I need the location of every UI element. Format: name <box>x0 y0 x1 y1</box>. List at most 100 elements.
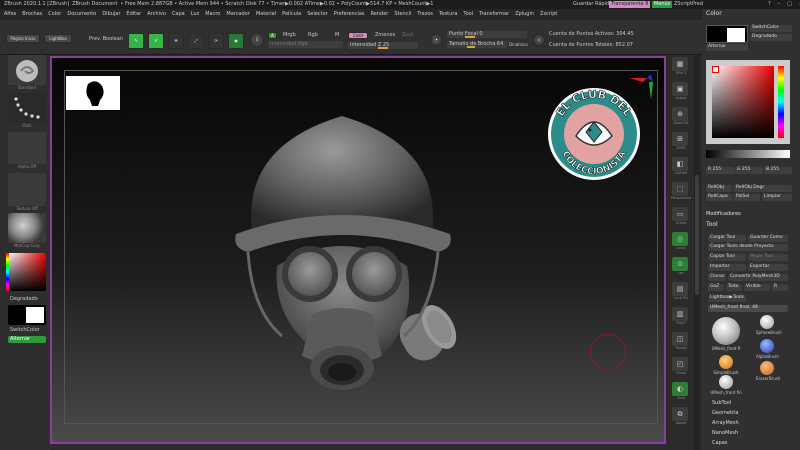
shelf-button-actual[interactable]: ▣ <box>672 82 688 96</box>
brush-selector-button[interactable]: S <box>250 33 264 47</box>
quick-save-button[interactable]: Guardar Rápido <box>571 1 614 8</box>
alpha-thumbnail[interactable] <box>8 132 46 164</box>
make-polymesh-button[interactable]: Convertir PolyMesh3D <box>728 274 788 281</box>
copy-tool-button[interactable]: Copiar Tool <box>708 254 746 261</box>
lightbox-tools-button[interactable]: Lightbox▶Tools <box>708 295 746 302</box>
dynamic-button[interactable]: Dinámico <box>509 43 528 47</box>
canvas-viewport[interactable]: EL CLUB DEL COLECCIONISTA <box>50 56 666 444</box>
secondary-color-swatch[interactable] <box>26 307 44 323</box>
menu-color[interactable]: Color <box>48 12 61 17</box>
menus-toggle[interactable]: Menús <box>652 1 673 8</box>
import-button[interactable]: Importar <box>708 264 746 271</box>
r-value-slider[interactable]: R 255 <box>706 167 734 174</box>
load-from-project-button[interactable]: Cargar Tools desde Proyecto <box>708 244 788 251</box>
hue-slider[interactable] <box>778 66 784 138</box>
goz-button[interactable]: GoZ <box>708 284 724 291</box>
shelf-button-aahalf[interactable]: ◧ <box>672 157 688 171</box>
export-button[interactable]: Exportar <box>748 264 788 271</box>
layers-section[interactable]: Capas <box>712 441 727 446</box>
color-palette-title[interactable]: Color <box>706 11 722 17</box>
color-secondary-swatch[interactable] <box>727 28 745 42</box>
modifiers-section[interactable]: Modificadores <box>706 212 741 217</box>
rgb-intensity-slider[interactable]: Intensidad Rgb <box>268 41 343 48</box>
tool-thumb-eraserbrush[interactable]: EraserBrush <box>756 361 780 381</box>
menu-brochas[interactable]: Brochas <box>22 12 42 17</box>
shelf-button-suelo[interactable]: ▭ <box>672 207 688 221</box>
menu-documento[interactable]: Documento <box>67 12 96 17</box>
menu-marcador[interactable]: Marcador <box>226 12 249 17</box>
current-tool-slider[interactable]: UMesh_front final. 48 <box>708 305 788 312</box>
menu-pel-cula[interactable]: Película <box>282 12 301 17</box>
b-value-slider[interactable]: B 255 <box>764 167 792 174</box>
shelf-button-ghost[interactable]: ◰ <box>672 357 688 371</box>
menu-transformar[interactable]: Transformar <box>479 12 509 17</box>
g-value-slider[interactable]: G 255 <box>735 167 763 174</box>
menu-material[interactable]: Material <box>256 12 276 17</box>
color-main-swatch[interactable] <box>706 25 748 43</box>
scale-mode-button[interactable]: ⤢ <box>188 33 204 49</box>
tool-thumb-umesh[interactable]: UMesh_front fi <box>708 317 744 351</box>
shelf-button-polyf[interactable]: ▥ <box>672 307 688 321</box>
zsub-button[interactable]: Zmenos <box>375 33 395 38</box>
subtool-sphere-button[interactable]: ◉ <box>228 33 244 49</box>
menu-luz[interactable]: Luz <box>191 12 200 17</box>
color-alternate-button[interactable]: Alternar <box>706 44 748 51</box>
menu-editar[interactable]: Editar <box>126 12 141 17</box>
menu-selector[interactable]: Selector <box>307 12 328 17</box>
goz-all-button[interactable]: Todo <box>726 284 742 291</box>
rotate-mode-button[interactable]: ⟳ <box>208 33 224 49</box>
menu-zscript[interactable]: Zscript <box>540 12 557 17</box>
fill-layer-button[interactable]: RellCapa <box>706 194 732 201</box>
shelf-button-transp[interactable]: ◫ <box>672 332 688 346</box>
prev-boolean-button[interactable]: Prev. Boolean <box>89 37 123 42</box>
menu-capa[interactable]: Capa <box>172 12 185 17</box>
clone-button[interactable]: Clonar <box>708 274 726 281</box>
shelf-button-zoom2d[interactable]: ⊕ <box>672 107 688 121</box>
focal-shift-slider[interactable]: Punto Focal 0 <box>447 31 527 38</box>
help-icon[interactable]: ? <box>768 2 771 7</box>
color-gradient-button[interactable]: Degradado <box>750 34 792 41</box>
menu-textura[interactable]: Textura <box>439 12 457 17</box>
page-home-button[interactable]: Página Inicio <box>6 34 40 43</box>
menu-render[interactable]: Render <box>371 12 389 17</box>
color-switch-button[interactable]: SwitchColor <box>750 25 792 32</box>
shelf-button-xpose[interactable]: ⧉ <box>672 407 688 421</box>
color-picker-swatch[interactable] <box>6 253 46 291</box>
save-as-button[interactable]: Guardar Como <box>748 235 788 242</box>
edit-mode-button[interactable]: ✎ <box>128 33 144 49</box>
tool-thumb-spherebrush[interactable]: SphereBrush <box>756 315 782 335</box>
color-picker[interactable] <box>706 60 790 144</box>
saturation-value-square[interactable] <box>712 66 774 138</box>
menu-stencil[interactable]: Stencil <box>394 12 411 17</box>
tool-thumb-umesh-2[interactable]: UMesh_front fin <box>708 375 744 395</box>
lightbox-button[interactable]: LightBox <box>44 34 72 43</box>
material-thumbnail[interactable] <box>8 213 46 243</box>
goz-visible-button[interactable]: Visible <box>744 284 770 291</box>
menu-archivo[interactable]: Archivo <box>147 12 166 17</box>
menu-preferencias[interactable]: Preferencias <box>334 12 365 17</box>
navigation-thumbnail[interactable] <box>66 76 120 110</box>
tool-thumb-alphabrush[interactable]: AlphaBrush <box>756 339 779 359</box>
brush-thumbnail[interactable] <box>8 55 46 85</box>
minimize-icon[interactable]: – <box>778 2 781 7</box>
menu-trazos[interactable]: Trazos <box>417 12 433 17</box>
tool-palette-title[interactable]: Tool <box>706 222 718 228</box>
fill-object-gradient-button[interactable]: RellObj Degr <box>734 185 792 192</box>
m-button[interactable]: M <box>335 33 339 38</box>
grayscale-strip[interactable] <box>706 150 790 158</box>
hue-strip[interactable] <box>6 253 9 291</box>
nanomesh-section[interactable]: NanoMesh <box>712 431 738 436</box>
menu-zplugin[interactable]: Zplugin <box>515 12 534 17</box>
zadd-button[interactable]: Zadd <box>348 32 368 39</box>
a-toggle[interactable]: A <box>268 32 277 39</box>
rgb-button[interactable]: Rgb <box>308 33 318 38</box>
right-shelf-scrollbar[interactable] <box>694 55 700 450</box>
goz-r-button[interactable]: R <box>772 284 788 291</box>
shelf-button-100-[interactable]: ⊞ <box>672 132 688 146</box>
maximize-icon[interactable]: □ <box>787 2 792 7</box>
texture-thumbnail[interactable] <box>8 173 46 206</box>
color-picker-handle[interactable] <box>712 66 719 73</box>
shelf-button-line-fill[interactable]: ▤ <box>672 282 688 296</box>
menu-tool[interactable]: Tool <box>463 12 473 17</box>
move-mode-button[interactable]: ✥ <box>168 33 184 49</box>
